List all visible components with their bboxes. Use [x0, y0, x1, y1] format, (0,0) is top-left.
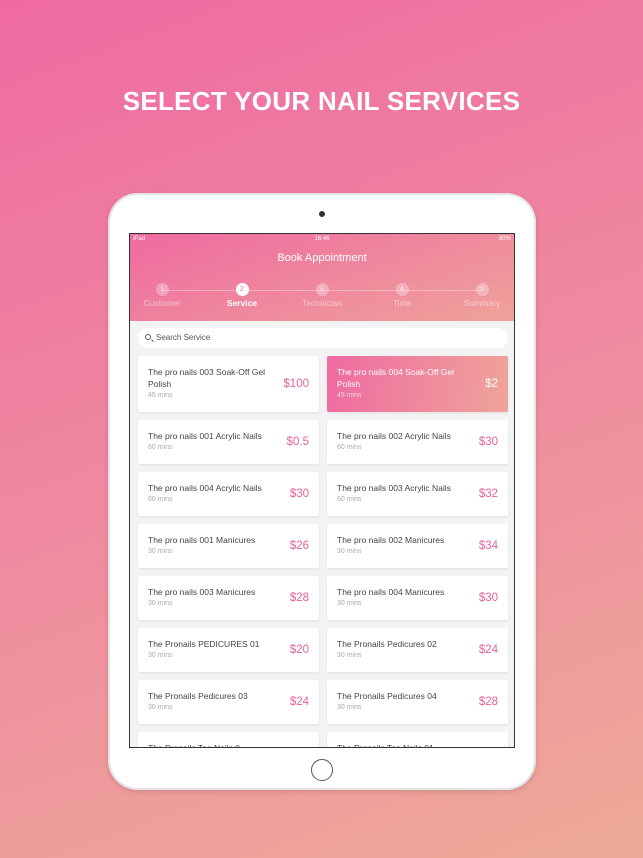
service-name: The pro nails 004 Manicures: [337, 587, 445, 597]
service-card[interactable]: The pro nails 001 Manicures 30 mins $26: [138, 524, 319, 568]
step-number: 3: [315, 283, 329, 296]
service-duration: 30 mins: [148, 652, 173, 659]
battery: 80%: [498, 236, 511, 242]
device-label: iPad: [133, 236, 146, 242]
service-price: $26: [289, 540, 309, 552]
service-duration: 30 mins: [337, 704, 362, 711]
service-price: $34: [478, 540, 498, 552]
service-card[interactable]: The pro nails 002 Acrylic Nails 60 mins $3…: [327, 420, 508, 464]
step-label: Customer: [143, 298, 181, 308]
step-number: 4: [395, 283, 409, 296]
camera-icon: [319, 211, 325, 217]
service-card[interactable]: The pro nails 004 Acrylic Nails 60 mins $3…: [138, 472, 319, 516]
ipad-frame: iPad 16:46 80% Book Appointment 1 Custome…: [108, 193, 536, 790]
headline: SELECT YOUR NAIL SERVICES: [122, 86, 521, 116]
service-name: The Pronails Pedicures 02: [337, 639, 437, 649]
service-price: $24: [289, 696, 309, 708]
service-name: The Pronails Pedicures 03: [148, 691, 248, 701]
app-screen: iPad 16:46 80% Book Appointment 1 Custome…: [129, 233, 515, 748]
service-card[interactable]: The pro nails 003 Acrylic Nails 60 mins $3…: [327, 472, 508, 516]
step-label: Service: [226, 298, 258, 308]
service-card[interactable]: The Pronails Pedicures 02 30 mins $24: [327, 628, 508, 672]
service-card[interactable]: The pro nails 003 Soak-Off Gel Polish 45 …: [138, 356, 319, 412]
service-duration: 30 mins: [148, 704, 173, 711]
step-number: 1: [155, 283, 169, 296]
step-summary[interactable]: 5 Summary: [452, 283, 512, 308]
service-name: The pro nails 004 Soak-Off Gel Polish: [337, 367, 455, 389]
service-name: The pro nails 001 Manicures: [148, 535, 256, 545]
service-name: The Pronails PEDICURES 01: [148, 639, 260, 649]
service-card[interactable]: The pro nails 001 Acrylic Nails 60 mins $0…: [138, 420, 319, 464]
step-technician[interactable]: 3 Technician: [292, 283, 352, 308]
service-price: $30: [478, 592, 498, 604]
service-price: $30: [289, 488, 309, 500]
service-price: $0.5: [286, 436, 309, 448]
search-icon: [145, 334, 151, 340]
step-label: Technician: [301, 298, 343, 308]
service-duration: 30 mins: [148, 600, 173, 607]
service-name: The pro nails 002 Acrylic Nails: [337, 431, 451, 441]
header: iPad 16:46 80% Book Appointment 1 Custome…: [130, 234, 514, 321]
service-name: The Pronails Toe Nails 01: [337, 743, 434, 748]
page-title: Book Appointment: [277, 252, 367, 264]
service-card[interactable]: The Pronails Toe Nails 0: [138, 732, 319, 748]
service-card[interactable]: The pro nails 003 Manicures 30 mins $28: [138, 576, 319, 620]
service-name: The pro nails 004 Acrylic Nails: [148, 483, 262, 493]
step-time[interactable]: 4 Time: [372, 283, 432, 308]
service-name: The pro nails 002 Manicures: [337, 535, 445, 545]
service-card[interactable]: The pro nails 002 Manicures 30 mins $34: [327, 524, 508, 568]
service-price: $24: [478, 644, 498, 656]
service-duration: 30 mins: [337, 652, 362, 659]
service-card[interactable]: The Pronails Toe Nails 01: [327, 732, 508, 748]
service-price: $32: [478, 488, 498, 500]
service-name: The pro nails 001 Acrylic Nails: [148, 431, 262, 441]
service-name: The pro nails 003 Soak-Off Gel Polish: [148, 367, 266, 389]
service-price: $2: [485, 378, 498, 390]
status-bar: iPad 16:46 80%: [133, 236, 511, 246]
home-button[interactable]: [311, 759, 333, 781]
service-name: The Pronails Toe Nails 0: [148, 743, 240, 748]
service-duration: 30 mins: [148, 548, 173, 555]
service-price: $30: [478, 436, 498, 448]
step-label: Time: [392, 298, 412, 308]
service-duration: 45 mins: [148, 392, 173, 399]
service-card[interactable]: The Pronails Pedicures 04 30 mins $28: [327, 680, 508, 724]
service-duration: 60 mins: [148, 444, 173, 451]
service-duration: 45 mins: [337, 392, 362, 399]
service-card[interactable]: The Pronails Pedicures 03 30 mins $24: [138, 680, 319, 724]
clock: 16:46: [314, 236, 330, 242]
service-duration: 30 mins: [337, 548, 362, 555]
service-price: $20: [289, 644, 309, 656]
search-placeholder: Search Service: [156, 333, 211, 342]
search-input[interactable]: Search Service: [138, 328, 508, 348]
service-price: $28: [478, 696, 498, 708]
step-label: Summary: [463, 298, 501, 308]
service-card[interactable]: The pro nails 004 Manicures 30 mins $30: [327, 576, 508, 620]
service-name: The pro nails 003 Manicures: [148, 587, 256, 597]
service-card[interactable]: The Pronails PEDICURES 01 30 mins $20: [138, 628, 319, 672]
service-duration: 60 mins: [148, 496, 173, 503]
service-price: $28: [289, 592, 309, 604]
service-price: $100: [283, 378, 309, 390]
step-customer[interactable]: 1 Customer: [132, 283, 192, 308]
service-name: The Pronails Pedicures 04: [337, 691, 437, 701]
step-number: 2: [235, 283, 249, 296]
service-card[interactable]: The pro nails 004 Soak-Off Gel Polish 45 …: [327, 356, 508, 412]
service-name: The pro nails 003 Acrylic Nails: [337, 483, 451, 493]
service-duration: 60 mins: [337, 496, 362, 503]
service-duration: 30 mins: [337, 600, 362, 607]
step-service[interactable]: 2 Service: [212, 283, 272, 308]
service-duration: 60 mins: [337, 444, 362, 451]
step-number: 5: [475, 283, 489, 296]
service-grid: The pro nails 003 Soak-Off Gel Polish 45 …: [138, 356, 508, 748]
